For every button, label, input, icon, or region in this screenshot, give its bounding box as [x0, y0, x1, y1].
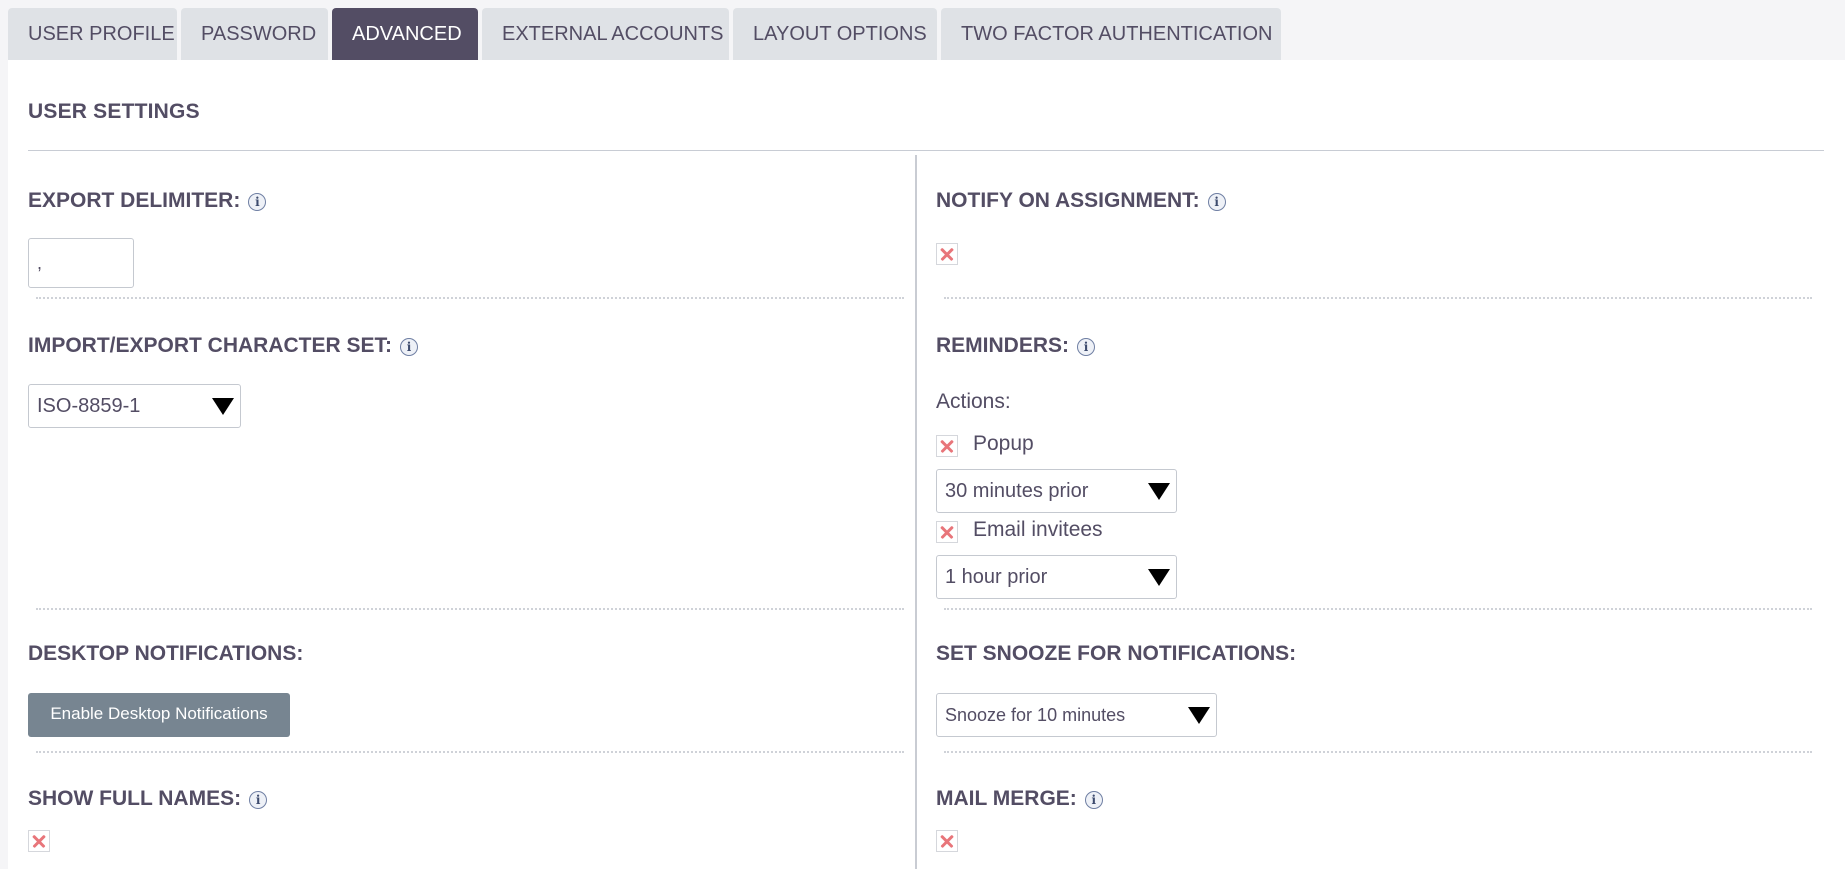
- row-separator: [36, 297, 904, 299]
- tab-password[interactable]: PASSWORD: [181, 8, 328, 60]
- snooze-select-value: Snooze for 10 minutes: [945, 705, 1126, 725]
- popup-time-select[interactable]: 30 minutes prior: [936, 469, 1177, 513]
- show-full-names-checkbox[interactable]: [28, 830, 50, 852]
- mail-merge-label: MAIL MERGE: i: [936, 787, 1103, 811]
- settings-panel: USER SETTINGS EXPORT DELIMITER: i , IMPOR…: [8, 60, 1845, 869]
- snooze-select[interactable]: Snooze for 10 minutes: [936, 693, 1217, 737]
- email-invitees-label: Email invitees: [973, 518, 1103, 541]
- chevron-down-icon: [1148, 483, 1170, 500]
- chevron-down-icon: [212, 398, 234, 415]
- chevron-down-icon: [1188, 707, 1210, 724]
- export-delimiter-label: EXPORT DELIMITER: i: [28, 189, 267, 213]
- tab-bar: USER PROFILE PASSWORD ADVANCED EXTERNAL …: [8, 8, 1285, 60]
- popup-label: Popup: [973, 432, 1034, 455]
- email-time-select[interactable]: 1 hour prior: [936, 555, 1177, 599]
- tab-two-factor-authentication[interactable]: TWO FACTOR AUTHENTICATION: [941, 8, 1281, 60]
- section-title: USER SETTINGS: [28, 100, 200, 123]
- row-separator: [36, 608, 904, 610]
- popup-time-value: 30 minutes prior: [945, 480, 1089, 502]
- info-icon[interactable]: i: [1084, 791, 1103, 809]
- reminders-actions-label: Actions:: [936, 390, 1011, 413]
- snooze-label: SET SNOOZE FOR NOTIFICATIONS:: [936, 642, 1297, 665]
- notify-on-assignment-checkbox[interactable]: [936, 243, 958, 265]
- charset-label: IMPORT/EXPORT CHARACTER SET: i: [28, 334, 419, 358]
- tab-layout-options[interactable]: LAYOUT OPTIONS: [733, 8, 937, 60]
- row-separator: [944, 751, 1812, 753]
- mail-merge-checkbox[interactable]: [936, 830, 958, 852]
- section-divider: [28, 150, 1824, 151]
- popup-checkbox[interactable]: [936, 435, 958, 457]
- tab-external-accounts[interactable]: EXTERNAL ACCOUNTS: [482, 8, 729, 60]
- info-icon[interactable]: i: [1077, 338, 1096, 356]
- info-icon[interactable]: i: [1207, 193, 1226, 211]
- row-separator: [944, 608, 1812, 610]
- reminders-label: REMINDERS: i: [936, 334, 1096, 358]
- column-divider: [915, 155, 917, 869]
- tab-advanced[interactable]: ADVANCED: [332, 8, 478, 60]
- show-full-names-label: SHOW FULL NAMES: i: [28, 787, 268, 811]
- info-icon[interactable]: i: [248, 193, 267, 211]
- notify-on-assignment-label: NOTIFY ON ASSIGNMENT: i: [936, 189, 1226, 213]
- email-invitees-checkbox[interactable]: [936, 521, 958, 543]
- row-separator: [944, 297, 1812, 299]
- email-time-value: 1 hour prior: [945, 566, 1048, 588]
- info-icon[interactable]: i: [400, 338, 419, 356]
- charset-select-value: ISO-8859-1: [37, 395, 141, 417]
- info-icon[interactable]: i: [249, 791, 268, 809]
- tab-user-profile[interactable]: USER PROFILE: [8, 8, 177, 60]
- chevron-down-icon: [1148, 569, 1170, 586]
- enable-desktop-notifications-button[interactable]: Enable Desktop Notifications: [28, 693, 290, 737]
- charset-select[interactable]: ISO-8859-1: [28, 384, 241, 428]
- export-delimiter-input[interactable]: ,: [28, 238, 134, 288]
- row-separator: [36, 751, 904, 753]
- desktop-notifications-label: DESKTOP NOTIFICATIONS:: [28, 642, 304, 665]
